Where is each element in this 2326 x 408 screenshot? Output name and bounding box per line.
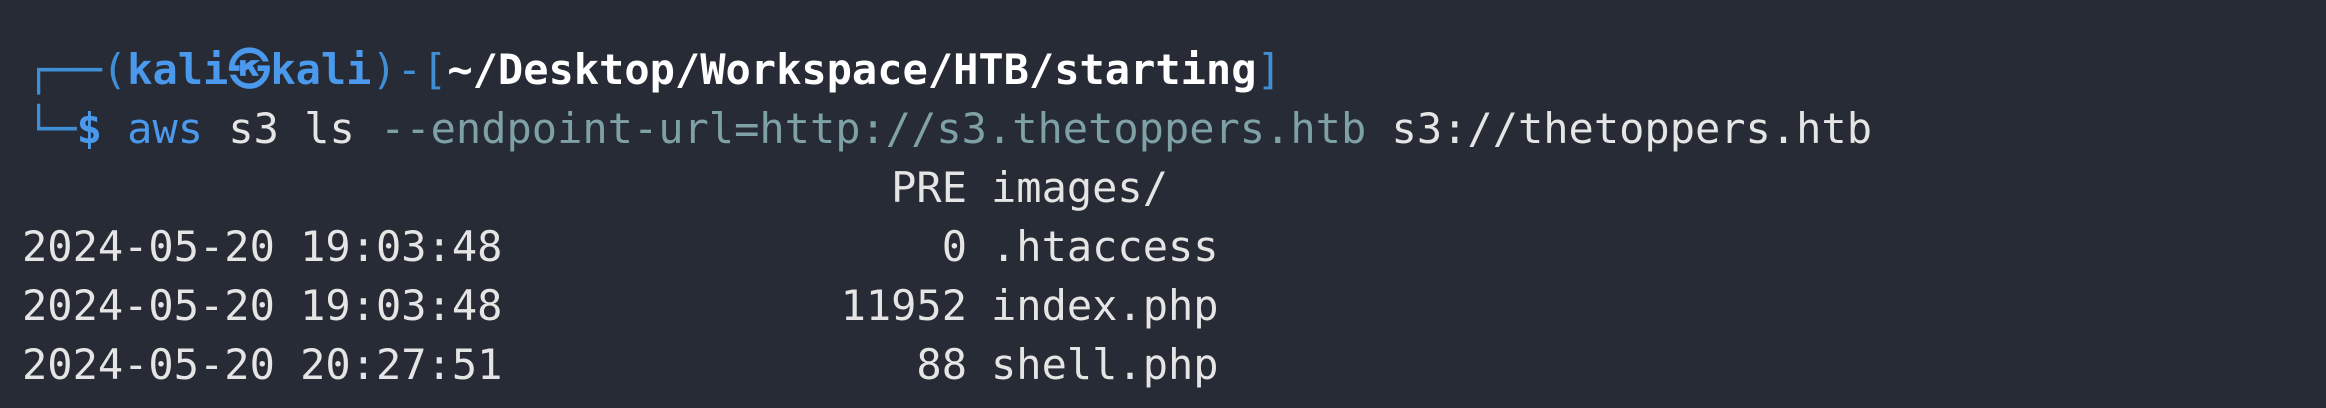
command-arg-s3: s3 (228, 104, 279, 153)
output-size: 88 (916, 340, 967, 389)
command-line[interactable]: └─$ aws s3 ls --endpoint-url=http://s3.t… (26, 99, 2326, 158)
output-row: 2024-05-20 19:03:48 11952 index.php (22, 276, 2326, 335)
output-date: 2024-05-20 19:03:48 (22, 281, 503, 330)
output-name: shell.php (991, 340, 1219, 389)
prompt-user: kali (127, 45, 229, 94)
output-date: 2024-05-20 20:27:51 (22, 340, 503, 389)
output-name: images/ (991, 163, 1169, 212)
prompt-host: kali (270, 45, 372, 94)
output-row: PRE images/ (22, 158, 2326, 217)
prompt-box-top: ┌──( (26, 45, 128, 94)
command-option-endpoint: --endpoint-url=http://s3.thetoppers.htb (380, 104, 1367, 153)
output-size: 0 (941, 222, 967, 271)
command-name: aws (127, 104, 204, 153)
output-row: 2024-05-20 19:03:48 0 .htaccess (22, 217, 2326, 276)
output-name: .htaccess (991, 222, 1219, 271)
output-size: PRE (891, 163, 967, 212)
prompt-line-top: ┌──(kali㉿kali)-[~/Desktop/Workspace/HTB/… (26, 40, 2326, 99)
prompt-dollar: $ (76, 104, 102, 153)
prompt-box-end: ] (1256, 45, 1282, 94)
prompt-box-bottom: └─ (26, 104, 77, 153)
prompt-path: ~/Desktop/Workspace/HTB/starting (447, 45, 1257, 94)
output-row: 2024-05-20 20:27:51 88 shell.php (22, 335, 2326, 394)
output-name: index.php (991, 281, 1219, 330)
terminal-window[interactable]: ┌──(kali㉿kali)-[~/Desktop/Workspace/HTB/… (0, 0, 2326, 408)
command-arg-ls: ls (304, 104, 355, 153)
output-size: 11952 (840, 281, 967, 330)
command-arg-bucket: s3://thetoppers.htb (1391, 104, 1872, 153)
prompt-at-icon: ㉿ (228, 45, 271, 94)
output-date: 2024-05-20 19:03:48 (22, 222, 503, 271)
prompt-box-mid: )-[ (371, 45, 448, 94)
